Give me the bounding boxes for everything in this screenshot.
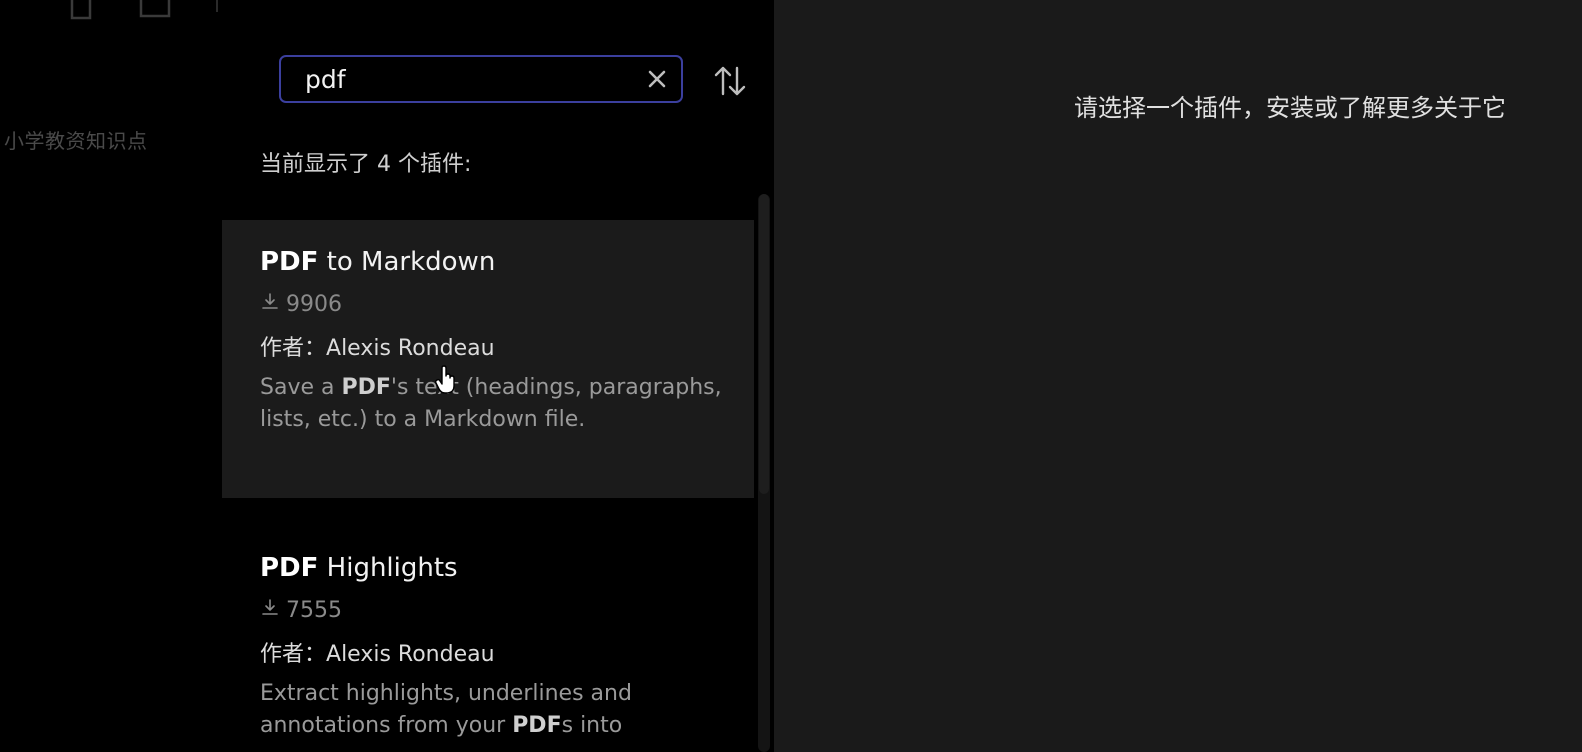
title-highlight: PDF <box>260 247 319 277</box>
author-prefix: 作者： <box>260 336 327 361</box>
plugin-card-pdf-to-markdown[interactable]: PDF to Markdown 9906 作者：Alexis Rondeau S… <box>222 220 754 498</box>
plugin-author: 作者：Alexis Rondeau <box>260 638 724 672</box>
desc-text: Save a <box>260 375 342 400</box>
title-rest: Highlights <box>318 553 458 583</box>
plugin-card-pdf-highlights[interactable]: PDF Highlights 7555 作者：Alexis Rondeau Ex… <box>222 526 754 752</box>
download-icon <box>260 594 286 628</box>
vault-toolbar <box>62 0 222 22</box>
vault-sidebar: 小学教资知识点 <box>0 0 222 752</box>
plugin-list-panel: 当前显示了 4 个插件: PDF to Markdown 9906 作者：Ale… <box>222 0 774 752</box>
close-icon[interactable] <box>645 67 669 91</box>
sort-icon[interactable] <box>712 64 748 98</box>
desc-text: s into <box>561 713 623 738</box>
title-highlight: PDF <box>260 553 319 583</box>
desc-highlight: PDF <box>341 375 391 400</box>
download-icon <box>260 288 286 322</box>
plugin-detail-pane: 请选择一个插件，安装或了解更多关于它 <box>774 0 1582 752</box>
plugin-results-list: PDF to Markdown 9906 作者：Alexis Rondeau S… <box>222 220 754 752</box>
title-rest: to Markdown <box>318 247 496 277</box>
results-scrollbar[interactable] <box>758 194 770 752</box>
download-value: 7555 <box>286 598 342 623</box>
author-name: Alexis Rondeau <box>326 336 495 361</box>
plugin-title: PDF Highlights <box>260 548 724 588</box>
desc-highlight: PDF <box>512 713 562 738</box>
new-folder-icon[interactable] <box>138 0 172 20</box>
result-count: 当前显示了 4 个插件: <box>260 152 472 177</box>
plugin-description: Extract highlights, underlines and annot… <box>260 678 726 742</box>
author-prefix: 作者： <box>260 642 327 667</box>
new-note-icon[interactable] <box>68 0 94 20</box>
toolbar-divider <box>216 0 218 12</box>
plugin-author: 作者：Alexis Rondeau <box>260 332 724 366</box>
app-window: 小学教资知识点 当前显示了 4 个插件: PDF to Markdown <box>0 0 1582 752</box>
author-name: Alexis Rondeau <box>326 642 495 667</box>
plugin-title: PDF to Markdown <box>260 242 724 282</box>
search-box <box>279 55 683 103</box>
plugin-description: Save a PDF's text (headings, paragraphs,… <box>260 372 726 436</box>
download-count: 7555 <box>260 594 724 628</box>
vault-name[interactable]: 小学教资知识点 <box>4 125 148 154</box>
search-input[interactable] <box>281 57 645 101</box>
download-count: 9906 <box>260 288 724 322</box>
download-value: 9906 <box>286 292 342 317</box>
scrollbar-thumb[interactable] <box>759 194 769 494</box>
detail-empty-message: 请选择一个插件，安装或了解更多关于它 <box>1074 94 1506 122</box>
